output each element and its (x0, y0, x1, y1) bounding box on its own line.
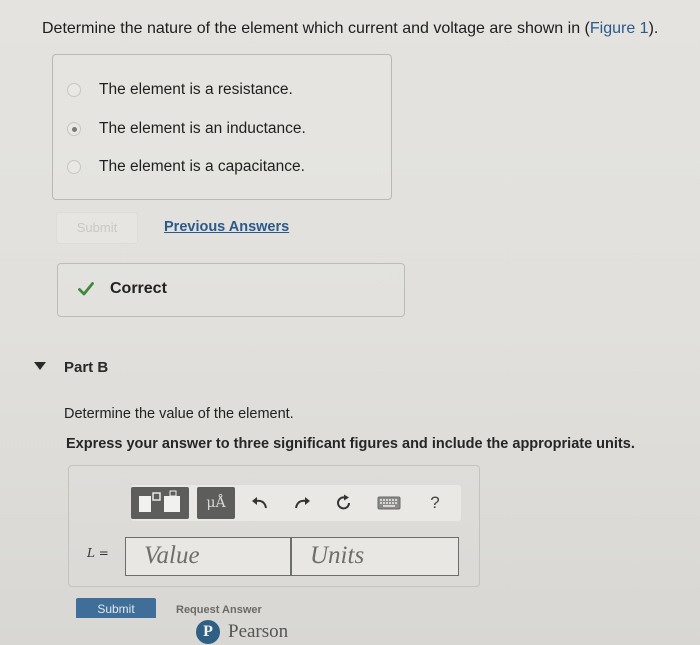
templates-button[interactable] (131, 487, 189, 519)
keyboard-icon (377, 496, 401, 510)
check-icon (78, 282, 94, 296)
choice-inductance[interactable]: The element is an inductance. (67, 120, 306, 138)
value-input[interactable]: Value (125, 537, 291, 576)
question-text-before: Determine the nature of the element whic… (42, 20, 590, 37)
previous-answers-link[interactable]: Previous Answers (164, 219, 289, 235)
radio-resistance[interactable] (67, 83, 81, 97)
units-button[interactable]: μÅ (197, 487, 235, 519)
choice-label-capacitance: The element is a capacitance. (99, 158, 305, 175)
choice-label-inductance: The element is an inductance. (99, 120, 306, 137)
radio-inductance[interactable] (67, 122, 81, 136)
keyboard-button[interactable] (369, 487, 409, 519)
reset-button[interactable] (329, 487, 359, 519)
help-button[interactable]: ? (421, 487, 449, 519)
part-instruction: Express your answer to three significant… (66, 436, 635, 452)
choice-capacitance[interactable]: The element is a capacitance. (67, 158, 305, 176)
caret-down-icon[interactable] (34, 362, 46, 371)
units-input[interactable]: Units (291, 537, 459, 576)
answer-panel: μÅ ? L = Value Units (68, 465, 480, 587)
feedback-box: Correct (57, 263, 405, 317)
part-title[interactable]: Part B (64, 359, 108, 376)
question-text-after: ). (648, 20, 659, 37)
pearson-logo: P (196, 620, 220, 644)
variable-label: L = (87, 546, 109, 560)
figure-link[interactable]: Figure 1 (590, 20, 649, 37)
choice-resistance[interactable]: The element is a resistance. (67, 81, 293, 99)
template-blocks-icon (139, 490, 180, 512)
undo-button[interactable] (245, 487, 275, 519)
undo-icon (252, 497, 267, 509)
feedback-label: Correct (110, 280, 167, 297)
reset-icon (337, 494, 350, 510)
part-prompt: Determine the value of the element. (64, 406, 294, 422)
redo-icon (295, 497, 310, 509)
submit-button[interactable]: Submit (76, 598, 156, 618)
radio-capacitance[interactable] (67, 160, 81, 174)
choice-label-resistance: The element is a resistance. (99, 81, 293, 98)
redo-button[interactable] (287, 487, 317, 519)
request-answer-link[interactable]: Request Answer (176, 604, 262, 616)
math-toolbar: μÅ ? (131, 485, 461, 521)
submit-button-disabled: Submit (56, 212, 138, 244)
pearson-brand: Pearson (228, 621, 289, 642)
choices-box: The element is a resistance. The element… (52, 54, 392, 200)
question-text: Determine the nature of the element whic… (42, 20, 658, 38)
